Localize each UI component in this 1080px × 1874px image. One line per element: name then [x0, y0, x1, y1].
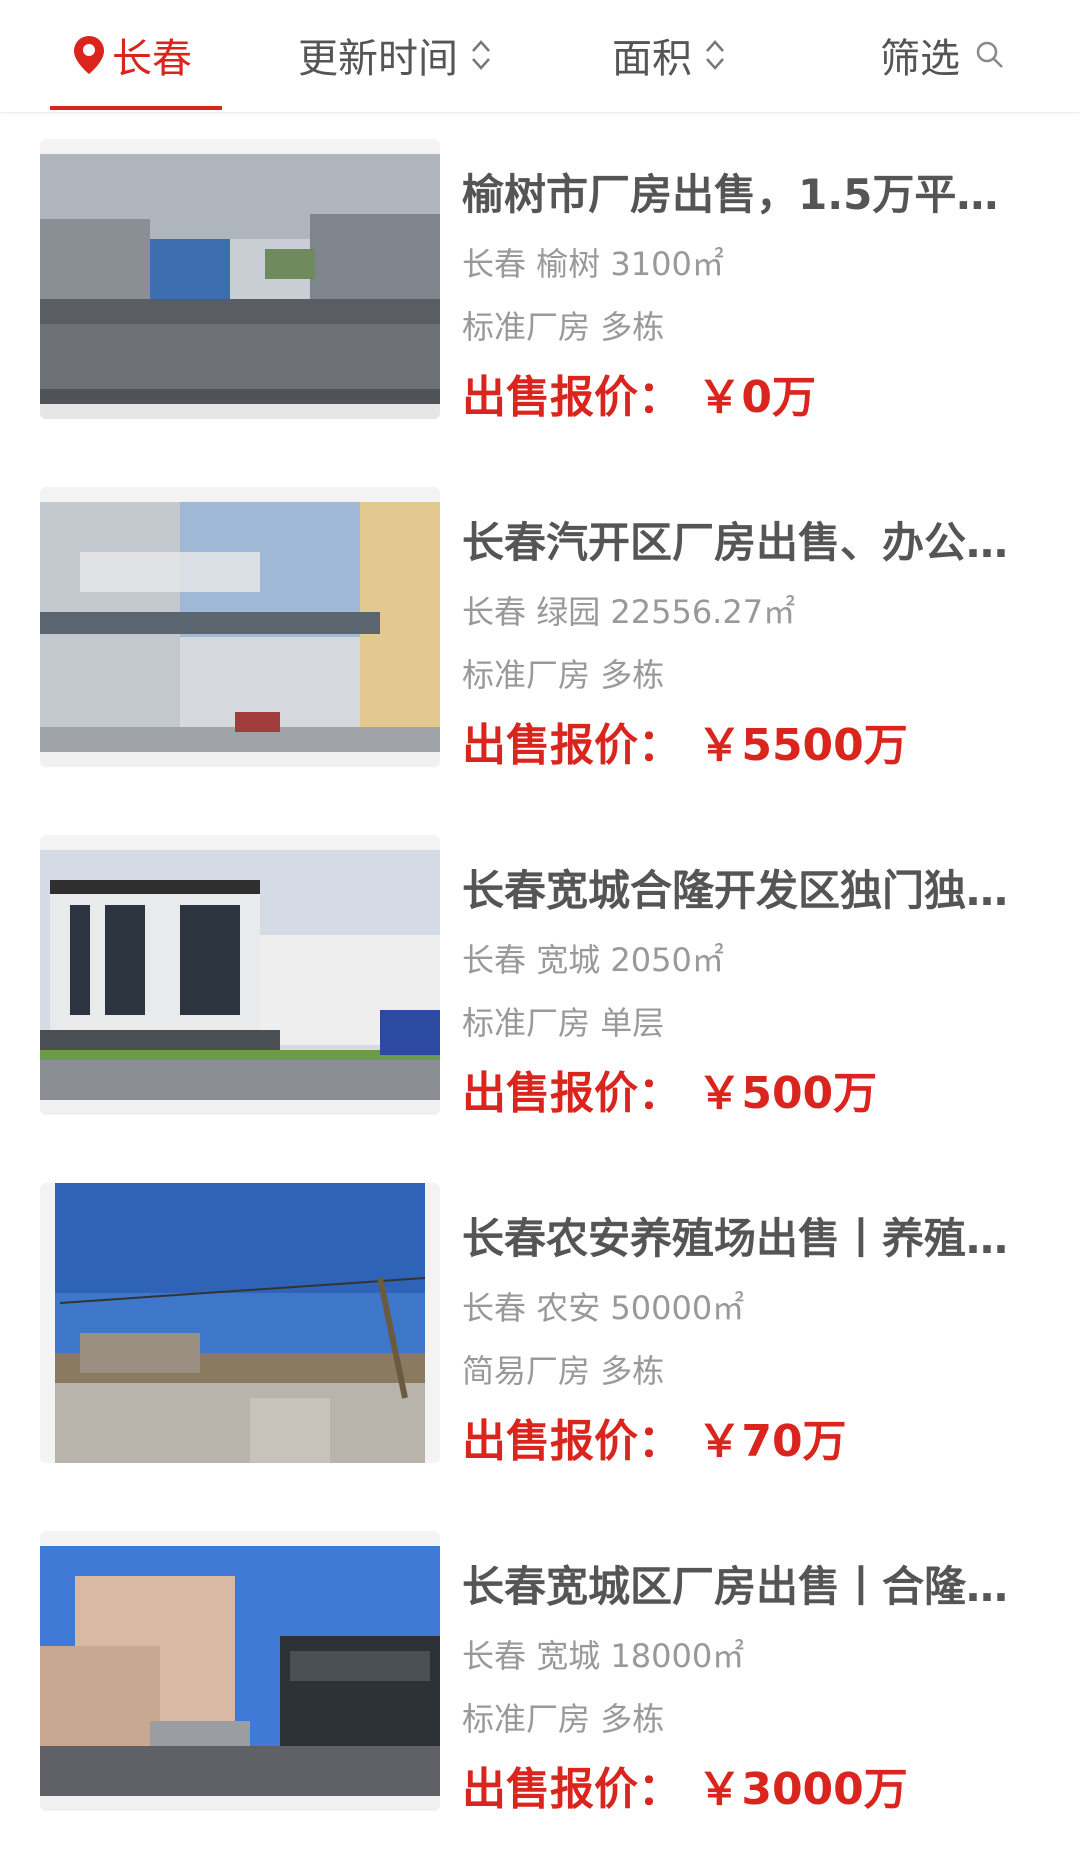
listing-price: 出售报价： ￥70万 [462, 1405, 847, 1469]
listing-floors: 多栋 [600, 1352, 665, 1390]
listing-card[interactable]: 长春汽开区厂房出售、办公楼出售 长春 绿园 22556.27㎡ 标准厂房 多栋 … [0, 487, 1080, 787]
price-label: 出售报价： [462, 1416, 682, 1467]
listing-type-row: 标准厂房 多栋 [462, 302, 664, 348]
listing-type: 标准厂房 [462, 1700, 591, 1738]
price-label: 出售报价： [462, 1068, 682, 1119]
listing-floors: 多栋 [600, 1700, 665, 1738]
area-sort[interactable]: 面积 [612, 26, 726, 84]
listing-title: 长春宽城区厂房出售丨合隆厂房出售 [462, 1562, 1022, 1611]
listing-floors: 多栋 [600, 656, 665, 694]
listing-area: 18000㎡ [610, 1637, 745, 1675]
listing-type: 简易厂房 [462, 1352, 591, 1390]
listing-city: 长春 [462, 593, 527, 631]
listing-city: 长春 [462, 245, 527, 283]
listing-location-area: 长春 榆树 3100㎡ [462, 239, 724, 285]
listing-type-row: 简易厂房 多栋 [462, 1346, 664, 1392]
listing-city: 长春 [462, 941, 527, 979]
listing-card[interactable]: 长春宽城区厂房出售丨合隆厂房出售 长春 宽城 18000㎡ 标准厂房 多栋 出售… [0, 1531, 1080, 1831]
listing-district: 宽城 [536, 1637, 601, 1675]
listing-price: 出售报价： ￥500万 [462, 1057, 877, 1121]
update-time-sort[interactable]: 更新时间 [298, 26, 492, 84]
listing-photo [40, 139, 440, 419]
listing-title: 长春汽开区厂房出售、办公楼出售 [462, 518, 1022, 567]
listing-district: 榆树 [536, 245, 601, 283]
listing-area: 50000㎡ [610, 1289, 745, 1327]
listing-city: 长春 [462, 1637, 527, 1675]
price-value: ￥3000万 [697, 1764, 908, 1815]
listing-location-area: 长春 绿园 22556.27㎡ [462, 587, 795, 633]
price-label: 出售报价： [462, 720, 682, 771]
city-filter-label: 长春 [112, 36, 192, 82]
listing-type-row: 标准厂房 多栋 [462, 1694, 664, 1740]
listing-price: 出售报价： ￥5500万 [462, 709, 908, 773]
area-label: 面积 [612, 36, 692, 82]
listing-area: 22556.27㎡ [610, 593, 796, 631]
filter-button[interactable]: 筛选 [880, 26, 1006, 84]
listing-district: 农安 [536, 1289, 601, 1327]
listing-card[interactable]: 长春宽城合隆开发区独门独院厂房出售 长春 宽城 2050㎡ 标准厂房 单层 出售… [0, 835, 1080, 1135]
search-icon [976, 41, 1003, 68]
price-value: ￥5500万 [697, 720, 908, 771]
listing-floors: 多栋 [600, 308, 665, 346]
listing-city: 长春 [462, 1289, 527, 1327]
listing-card[interactable]: 榆树市厂房出售，1.5万平米厂区，3100平米厂房 长春 榆树 3100㎡ 标准… [0, 139, 1080, 439]
listing-area: 2050㎡ [610, 941, 724, 979]
listing-photo [40, 835, 440, 1115]
listing-type: 标准厂房 [462, 308, 591, 346]
filter-bar: 长春 更新时间 面积 筛选 [0, 0, 1080, 113]
listing-type-row: 标准厂房 单层 [462, 998, 664, 1044]
location-pin-icon [74, 36, 104, 74]
listing-price: 出售报价： ￥0万 [462, 361, 816, 425]
listing-card[interactable]: 长春农安养殖场出售丨养殖场转让 长春 农安 50000㎡ 简易厂房 多栋 出售报… [0, 1183, 1080, 1483]
listing-price: 出售报价： ￥3000万 [462, 1753, 908, 1817]
sort-updown-icon [706, 40, 724, 70]
listing-title: 长春宽城合隆开发区独门独院厂房出售 [462, 866, 1022, 915]
listing-photo [40, 487, 440, 767]
listing-district: 绿园 [536, 593, 601, 631]
update-time-label: 更新时间 [298, 36, 458, 82]
listing-location-area: 长春 宽城 2050㎡ [462, 935, 724, 981]
active-tab-underline [50, 106, 222, 110]
listing-type: 标准厂房 [462, 656, 591, 694]
listing-title: 长春农安养殖场出售丨养殖场转让 [462, 1214, 1022, 1263]
city-filter-tab[interactable]: 长春 [72, 26, 192, 84]
listing-type: 标准厂房 [462, 1004, 591, 1042]
listing-type-row: 标准厂房 多栋 [462, 650, 664, 696]
sort-updown-icon [472, 40, 490, 70]
listing-area: 3100㎡ [610, 245, 724, 283]
listing-location-area: 长春 宽城 18000㎡ [462, 1631, 744, 1677]
listing-title: 榆树市厂房出售，1.5万平米厂区，3100平米厂房 [462, 170, 1022, 219]
price-value: ￥70万 [697, 1416, 847, 1467]
price-value: ￥0万 [697, 372, 816, 423]
listing-location-area: 长春 农安 50000㎡ [462, 1283, 744, 1329]
listing-photo [40, 1183, 440, 1463]
listing-photo [40, 1531, 440, 1811]
listing-floors: 单层 [600, 1004, 665, 1042]
price-value: ￥500万 [697, 1068, 878, 1119]
price-label: 出售报价： [462, 1764, 682, 1815]
filter-label: 筛选 [880, 36, 960, 82]
listing-district: 宽城 [536, 941, 601, 979]
price-label: 出售报价： [462, 372, 682, 423]
